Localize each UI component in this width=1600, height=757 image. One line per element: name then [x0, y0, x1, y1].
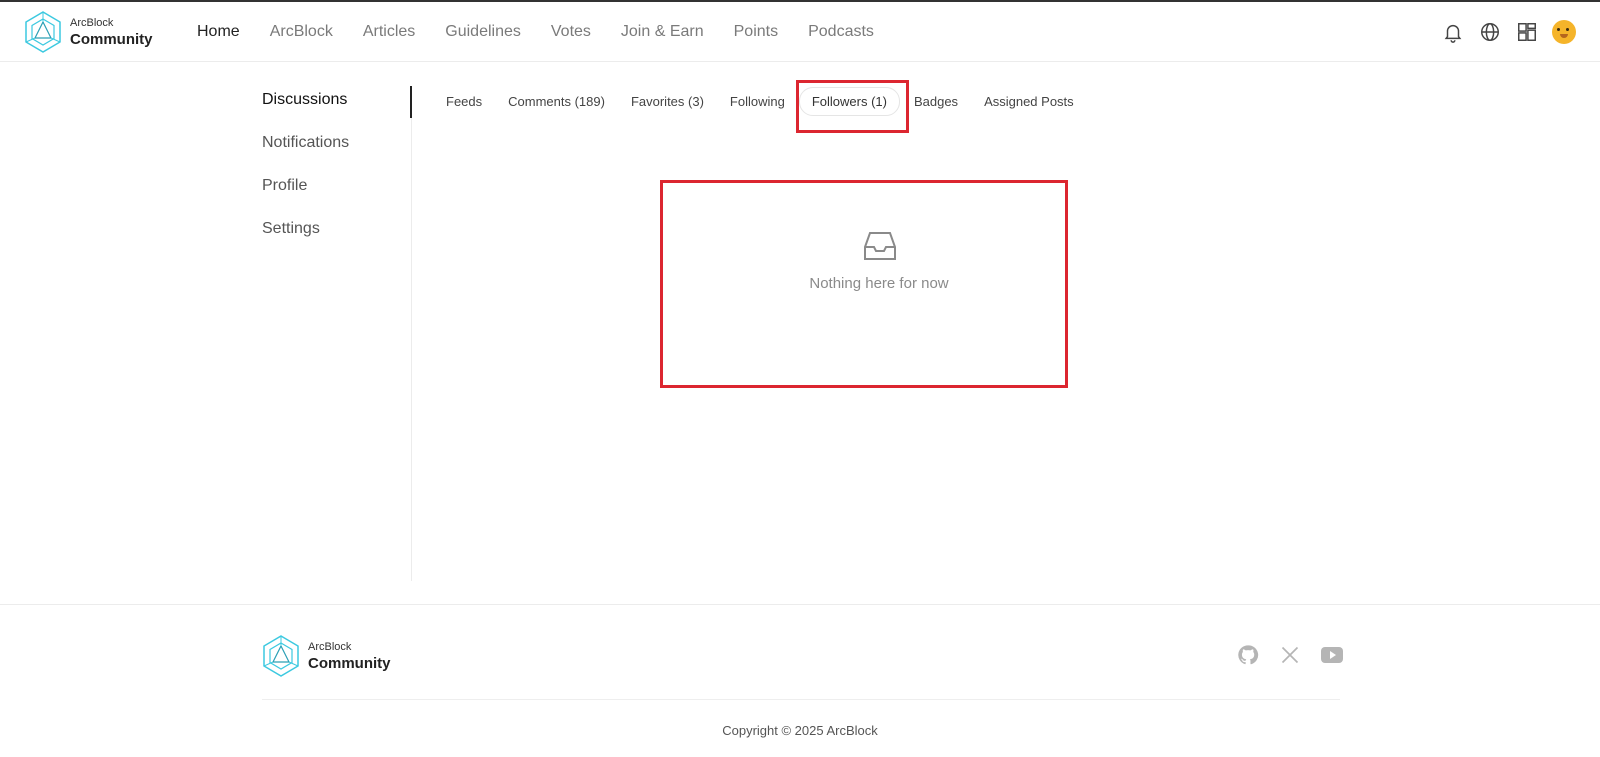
footer-brand-logo[interactable]: ArcBlock Community	[262, 635, 391, 677]
main-nav: Home ArcBlock Articles Guidelines Votes …	[197, 2, 904, 62]
nav-podcasts[interactable]: Podcasts	[808, 23, 874, 41]
sidebar-item-discussions[interactable]: Discussions	[262, 91, 347, 109]
tab-badges[interactable]: Badges	[902, 88, 970, 115]
user-avatar[interactable]	[1552, 20, 1576, 44]
empty-state: Nothing here for now	[660, 180, 1068, 388]
sidebar-item-settings[interactable]: Settings	[262, 220, 320, 238]
sidebar-item-profile[interactable]: Profile	[262, 177, 307, 195]
social-links	[1236, 643, 1362, 667]
avatar	[1552, 20, 1576, 44]
nav-votes[interactable]: Votes	[551, 23, 591, 41]
inbox-icon	[864, 232, 896, 260]
footer: ArcBlock Community Copyright © 2025 ArcB…	[0, 604, 1600, 757]
tab-comments[interactable]: Comments (189)	[496, 88, 617, 115]
tab-feeds[interactable]: Feeds	[434, 88, 494, 115]
brand-logo[interactable]: ArcBlock Community	[24, 11, 153, 53]
arcblock-logo-icon	[25, 11, 61, 53]
github-icon[interactable]	[1236, 643, 1260, 667]
x-icon[interactable]	[1278, 643, 1302, 667]
globe-icon[interactable]	[1478, 20, 1502, 44]
nav-points[interactable]: Points	[734, 23, 778, 41]
copyright-text: Copyright © 2025 ArcBlock	[722, 723, 878, 738]
nav-join-earn[interactable]: Join & Earn	[621, 23, 704, 41]
tab-followers[interactable]: Followers (1)	[798, 86, 900, 116]
sidebar-item-notifications[interactable]: Notifications	[262, 134, 349, 152]
arcblock-logo-icon	[263, 635, 299, 677]
bell-icon[interactable]	[1441, 20, 1465, 44]
tab-favorites[interactable]: Favorites (3)	[619, 88, 716, 115]
brand-bottom-text: Community	[70, 30, 153, 48]
footer-brand-bottom-text: Community	[308, 654, 391, 672]
header: ArcBlock Community Home ArcBlock Article…	[0, 2, 1600, 62]
nav-home[interactable]: Home	[197, 23, 240, 41]
apps-grid-icon[interactable]	[1515, 20, 1539, 44]
sidebar: Discussions Notifications Profile Settin…	[262, 86, 412, 581]
header-actions	[1428, 2, 1576, 62]
brand-top-text: ArcBlock	[70, 16, 114, 29]
youtube-icon[interactable]	[1320, 643, 1344, 667]
footer-divider	[262, 699, 1340, 700]
nav-arcblock[interactable]: ArcBlock	[270, 23, 333, 41]
footer-brand-top-text: ArcBlock	[308, 640, 352, 653]
tab-assigned-posts[interactable]: Assigned Posts	[972, 88, 1086, 115]
empty-state-text: Nothing here for now	[809, 275, 949, 292]
tab-following[interactable]: Following	[718, 88, 797, 115]
discussion-tabs: Feeds Comments (189) Favorites (3) Follo…	[434, 86, 1088, 116]
nav-guidelines[interactable]: Guidelines	[445, 23, 521, 41]
nav-articles[interactable]: Articles	[363, 23, 415, 41]
sidebar-active-indicator	[410, 86, 412, 118]
